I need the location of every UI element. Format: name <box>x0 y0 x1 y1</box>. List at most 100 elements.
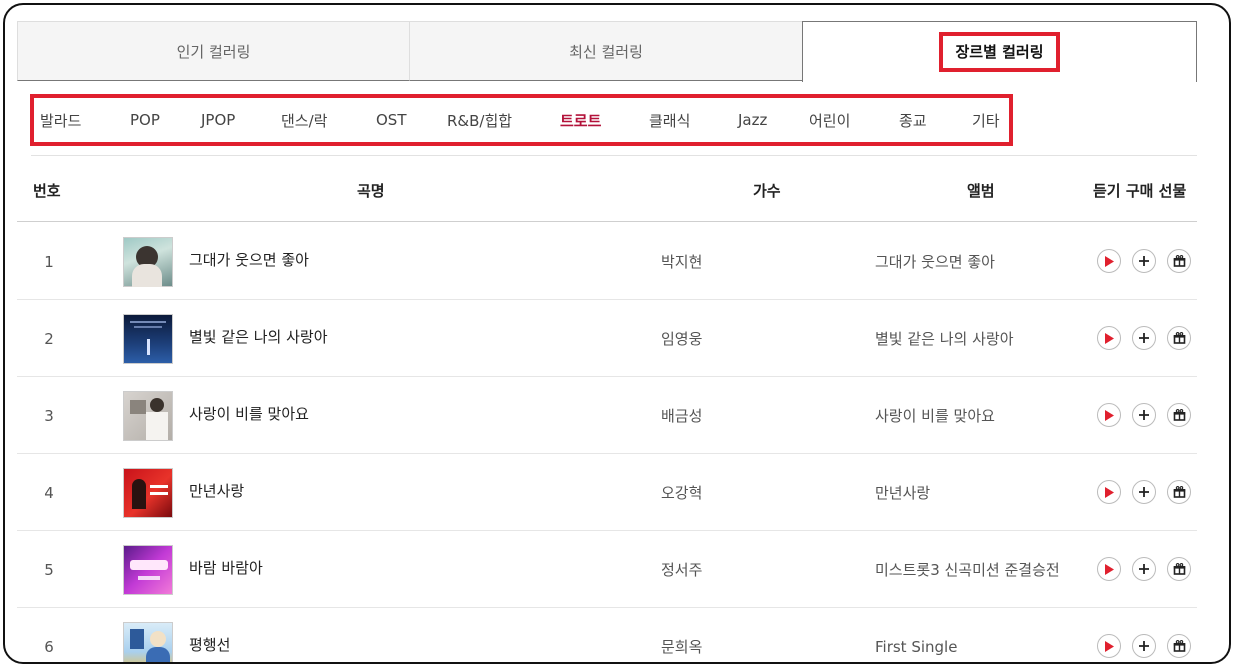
header-number: 번호 <box>33 181 61 200</box>
song-album[interactable]: 사랑이 비를 맞아요 <box>875 377 995 454</box>
genre-ballad[interactable]: 발라드 <box>40 98 81 142</box>
gift-icon <box>1173 409 1186 421</box>
genre-trot[interactable]: 트로트 <box>560 98 601 142</box>
row-number: 5 <box>44 560 54 579</box>
genre-etc[interactable]: 기타 <box>972 98 1000 142</box>
genre-rnb-hiphop[interactable]: R&B/힙합 <box>447 98 512 142</box>
song-title[interactable]: 별빛 같은 나의 사랑아 <box>189 298 328 375</box>
song-title[interactable]: 그대가 웃으면 좋아 <box>189 221 309 298</box>
plus-icon <box>1138 332 1150 344</box>
plus-icon <box>1138 640 1150 652</box>
album-cover[interactable] <box>123 468 173 518</box>
tab-popular-coloring[interactable]: 인기 컬러링 <box>17 21 410 81</box>
play-button[interactable] <box>1097 480 1121 504</box>
song-album[interactable]: 그대가 웃으면 좋아 <box>875 223 995 300</box>
table-row: 1 그대가 웃으면 좋아 박지현 그대가 웃으면 좋아 <box>17 223 1197 300</box>
buy-button[interactable] <box>1132 403 1156 427</box>
play-button[interactable] <box>1097 249 1121 273</box>
play-icon <box>1104 255 1114 267</box>
album-cover[interactable] <box>123 622 173 662</box>
row-number: 2 <box>44 329 54 348</box>
divider <box>31 155 1197 156</box>
row-number: 1 <box>44 252 54 271</box>
gift-icon <box>1173 486 1186 498</box>
gift-button[interactable] <box>1167 480 1191 504</box>
header-artist: 가수 <box>753 181 781 200</box>
buy-button[interactable] <box>1132 634 1156 658</box>
song-title[interactable]: 평행선 <box>189 606 230 662</box>
album-cover[interactable] <box>123 314 173 364</box>
song-artist[interactable]: 박지현 <box>661 223 702 300</box>
play-icon <box>1104 486 1114 498</box>
gift-icon <box>1173 332 1186 344</box>
gift-button[interactable] <box>1167 326 1191 350</box>
table-header: 번호 곡명 가수 앨범 듣기 구매 선물 <box>17 158 1197 222</box>
song-artist[interactable]: 문희옥 <box>661 608 702 662</box>
genre-religion[interactable]: 종교 <box>899 98 927 142</box>
genre-pop[interactable]: POP <box>130 98 160 142</box>
song-artist[interactable]: 배금성 <box>661 377 702 454</box>
gift-button[interactable] <box>1167 634 1191 658</box>
song-album[interactable]: First Single <box>875 608 957 662</box>
song-title[interactable]: 바람 바람아 <box>189 529 263 606</box>
header-album: 앨범 <box>967 181 995 200</box>
plus-icon <box>1138 563 1150 575</box>
tab-label-highlighted: 장르별 컬러링 <box>939 32 1060 72</box>
play-icon <box>1104 409 1114 421</box>
album-cover[interactable] <box>123 391 173 441</box>
tab-genre-coloring[interactable]: 장르별 컬러링 <box>802 21 1197 82</box>
genre-classic[interactable]: 클래식 <box>649 98 690 142</box>
table-row: 3 사랑이 비를 맞아요 배금성 사랑이 비를 맞아요 <box>17 377 1197 454</box>
song-album[interactable]: 미스트롯3 신곡미션 준결승전 <box>875 531 1060 608</box>
gift-icon <box>1173 640 1186 652</box>
gift-icon <box>1173 255 1186 267</box>
genre-filter-bar: 발라드 POP JPOP 댄스/락 OST R&B/힙합 트로트 클래식 Jaz… <box>30 94 1013 146</box>
table-row: 2 별빛 같은 나의 사랑아 임영웅 별빛 같은 나의 사랑아 <box>17 300 1197 377</box>
category-tabs: 인기 컬러링 최신 컬러링 장르별 컬러링 <box>17 21 1197 82</box>
row-number: 6 <box>44 637 54 656</box>
row-number: 4 <box>44 483 54 502</box>
song-album[interactable]: 만년사랑 <box>875 454 930 531</box>
buy-button[interactable] <box>1132 326 1156 350</box>
gift-button[interactable] <box>1167 403 1191 427</box>
play-button[interactable] <box>1097 557 1121 581</box>
song-artist[interactable]: 정서주 <box>661 531 702 608</box>
song-album[interactable]: 별빛 같은 나의 사랑아 <box>875 300 1014 377</box>
play-button[interactable] <box>1097 634 1121 658</box>
album-cover[interactable] <box>123 545 173 595</box>
table-row: 4 만년사랑 오강혁 만년사랑 <box>17 454 1197 531</box>
app-window: 인기 컬러링 최신 컬러링 장르별 컬러링 발라드 POP JPOP 댄스/락 … <box>3 3 1231 664</box>
tab-latest-coloring[interactable]: 최신 컬러링 <box>409 21 803 81</box>
header-actions: 듣기 구매 선물 <box>1093 181 1187 200</box>
genre-ost[interactable]: OST <box>376 98 407 142</box>
genre-jazz[interactable]: Jazz <box>738 98 767 142</box>
gift-icon <box>1173 563 1186 575</box>
plus-icon <box>1138 255 1150 267</box>
album-cover[interactable] <box>123 237 173 287</box>
song-title[interactable]: 만년사랑 <box>189 452 244 529</box>
play-icon <box>1104 332 1114 344</box>
play-button[interactable] <box>1097 326 1121 350</box>
play-button[interactable] <box>1097 403 1121 427</box>
buy-button[interactable] <box>1132 249 1156 273</box>
header-title: 곡명 <box>357 181 385 200</box>
table-row: 5 바람 바람아 정서주 미스트롯3 신곡미션 준결승전 <box>17 531 1197 608</box>
genre-kids[interactable]: 어린이 <box>809 98 850 142</box>
tab-label: 인기 컬러링 <box>176 42 251 61</box>
gift-button[interactable] <box>1167 249 1191 273</box>
song-list: 1 그대가 웃으면 좋아 박지현 그대가 웃으면 좋아 2 별빛 같은 나의 사 <box>17 223 1197 662</box>
song-artist[interactable]: 오강혁 <box>661 454 702 531</box>
table-row: 6 평행선 문희옥 First Single <box>17 606 1197 662</box>
song-artist[interactable]: 임영웅 <box>661 300 702 377</box>
gift-button[interactable] <box>1167 557 1191 581</box>
genre-dance-rock[interactable]: 댄스/락 <box>281 98 327 142</box>
tab-label: 최신 컬러링 <box>569 42 643 61</box>
song-title[interactable]: 사랑이 비를 맞아요 <box>189 375 309 452</box>
genre-jpop[interactable]: JPOP <box>201 98 235 142</box>
play-icon <box>1104 563 1114 575</box>
plus-icon <box>1138 486 1150 498</box>
buy-button[interactable] <box>1132 480 1156 504</box>
row-number: 3 <box>44 406 54 425</box>
play-icon <box>1104 640 1114 652</box>
buy-button[interactable] <box>1132 557 1156 581</box>
